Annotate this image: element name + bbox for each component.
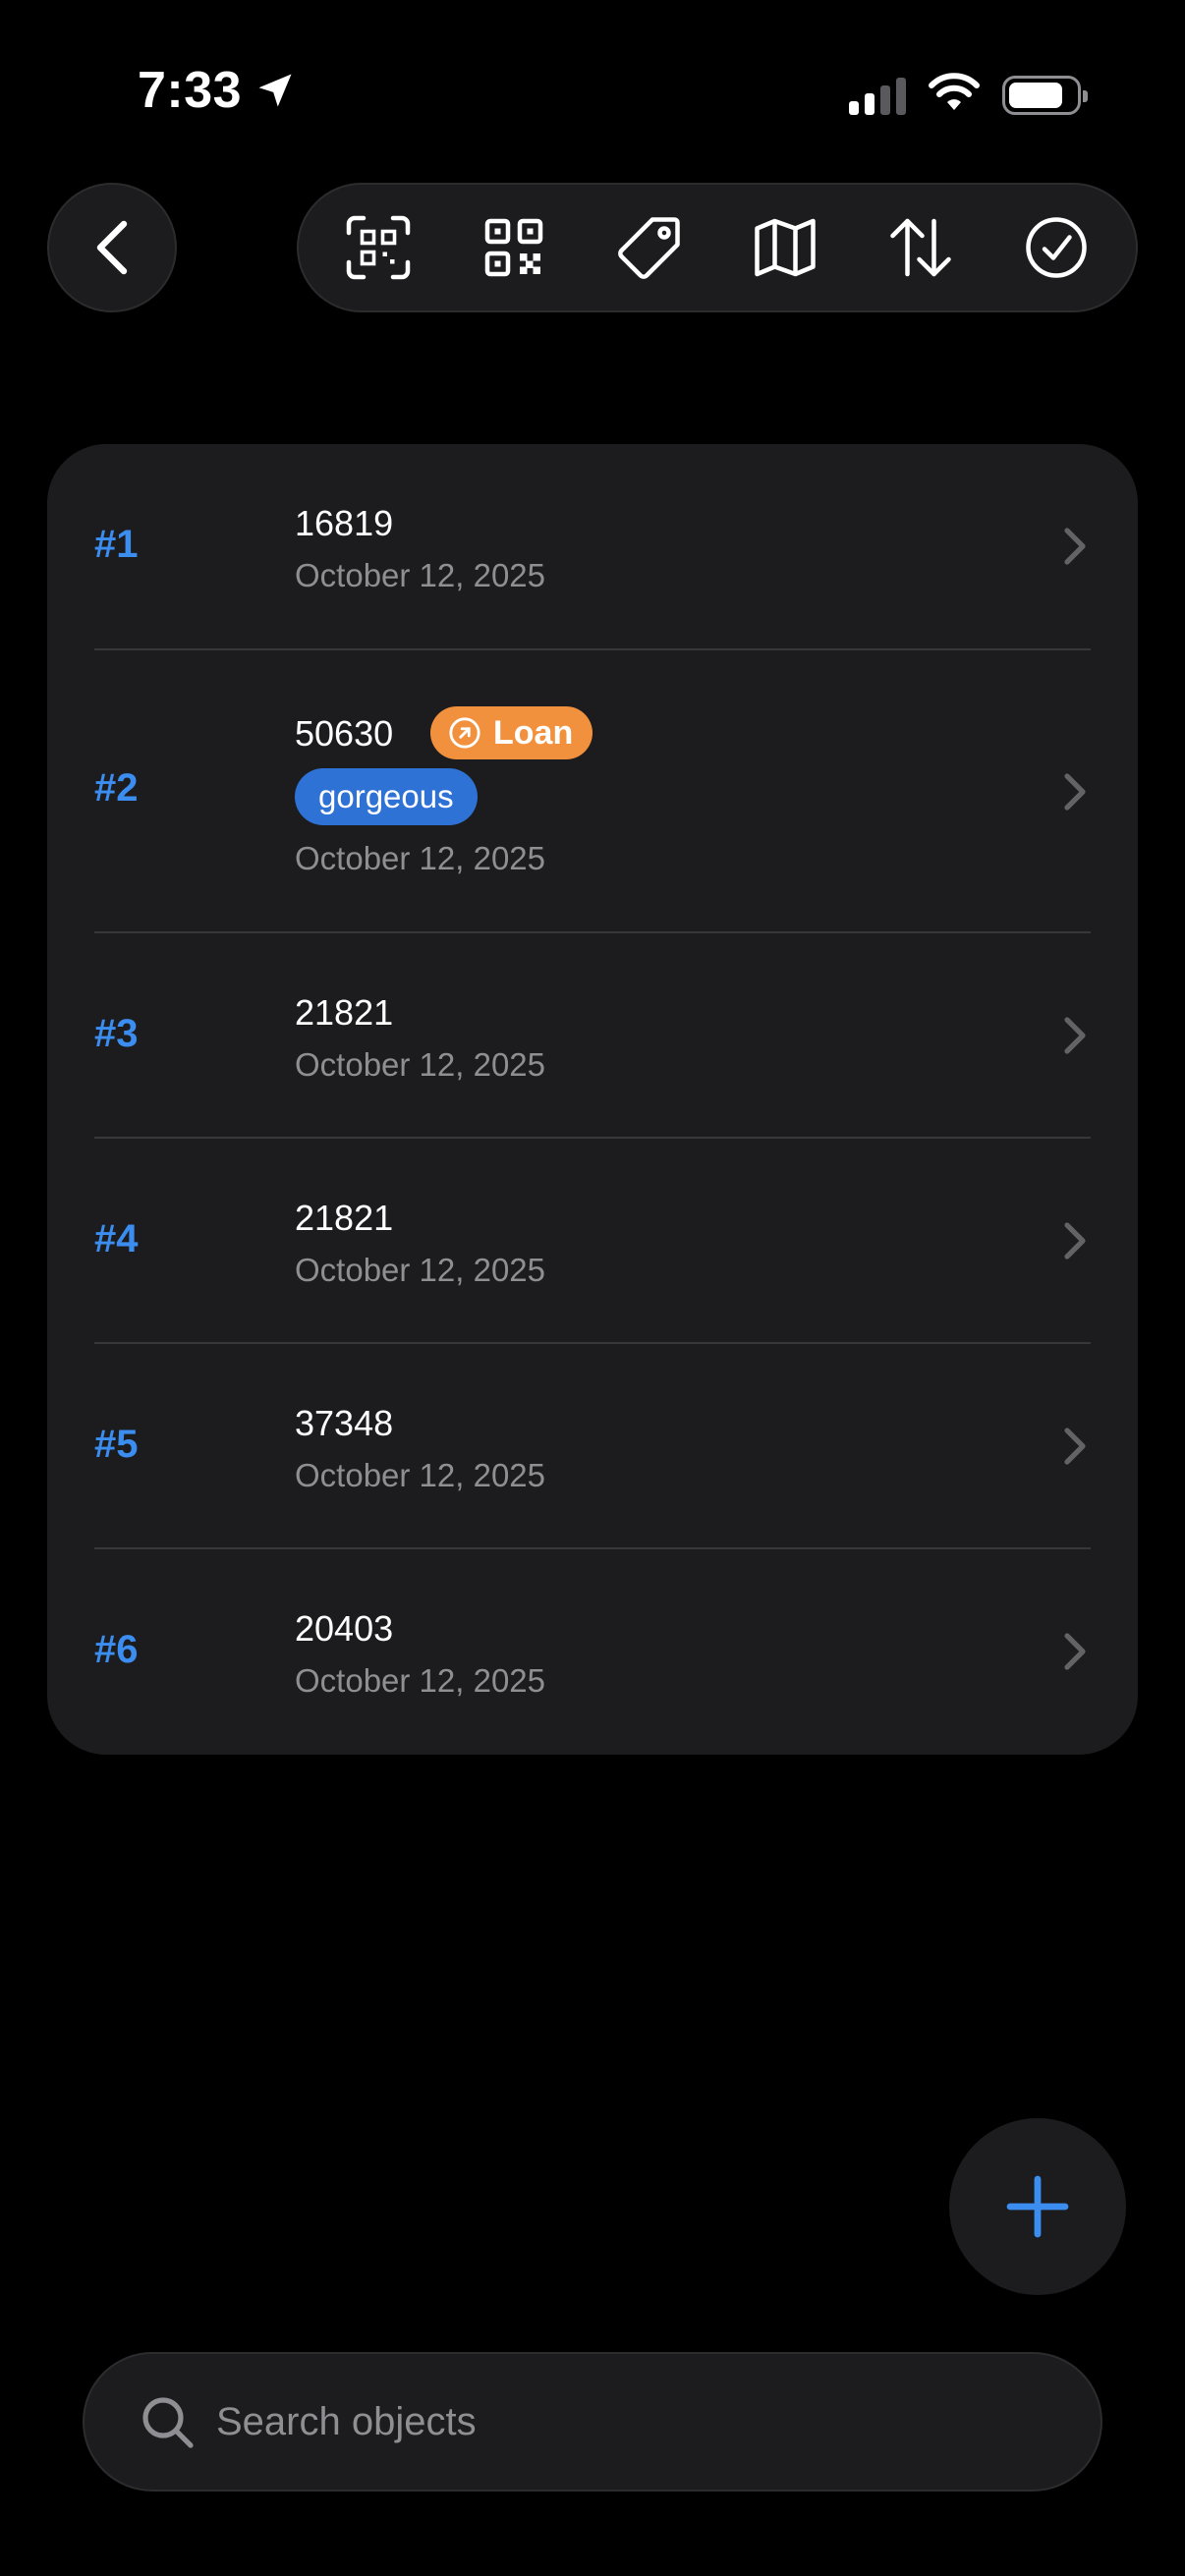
screen: 7:33 #1 16819 October 12, 2025 #2 50630 … (0, 0, 1185, 2576)
qr-code-button[interactable] (465, 198, 563, 297)
wifi-icon (928, 73, 981, 117)
row-title: 21821 (295, 992, 394, 1033)
row-title: 50630 (295, 713, 394, 754)
back-button[interactable] (47, 183, 177, 312)
row-index: #5 (94, 1423, 139, 1466)
chevron-right-icon (1064, 1017, 1086, 1054)
chevron-right-icon (1064, 1428, 1086, 1465)
row-index: #6 (94, 1628, 139, 1671)
add-object-button[interactable] (949, 2118, 1126, 2295)
search-bar (83, 2352, 1102, 2492)
qr-scan-icon (346, 215, 411, 280)
list-item[interactable]: #3 21821 October 12, 2025 (47, 933, 1138, 1139)
loan-badge-label: Loan (493, 713, 574, 752)
list-item[interactable]: #5 37348 October 12, 2025 (47, 1344, 1138, 1549)
row-index: #4 (94, 1217, 139, 1260)
qr-code-icon (484, 218, 543, 277)
row-date: October 12, 2025 (295, 1046, 546, 1083)
sort-button[interactable] (872, 198, 970, 297)
location-arrow-icon (258, 74, 292, 107)
list-item[interactable]: #2 50630 Loan gorgeous October 12, 2025 (47, 650, 1138, 933)
battery-icon (1002, 75, 1088, 115)
sort-icon (890, 218, 951, 277)
plus-icon (1006, 2175, 1069, 2238)
row-title: 16819 (295, 503, 394, 543)
tag-chip-label: gorgeous (318, 778, 454, 814)
search-input[interactable] (216, 2399, 1002, 2444)
row-date: October 12, 2025 (295, 1252, 546, 1288)
tag-chip: gorgeous (295, 768, 478, 825)
row-title: 21821 (295, 1198, 394, 1238)
map-button[interactable] (736, 198, 834, 297)
checkmark-circle-icon (1026, 217, 1087, 278)
chevron-left-icon (96, 220, 128, 275)
status-time-text: 7:33 (138, 62, 243, 119)
chevron-right-icon (1064, 1222, 1086, 1260)
row-title: 20403 (295, 1608, 394, 1649)
status-time: 7:33 (138, 61, 297, 120)
row-index: #3 (94, 1012, 139, 1055)
status-indicators (849, 73, 1088, 117)
objects-list: #1 16819 October 12, 2025 #2 50630 Loan … (47, 444, 1138, 1755)
loan-badge: Loan (430, 706, 593, 759)
search-icon (142, 2397, 194, 2448)
row-date: October 12, 2025 (295, 840, 546, 876)
tag-icon (618, 217, 680, 279)
chevron-right-icon (1064, 1633, 1086, 1670)
select-button[interactable] (1007, 198, 1105, 297)
row-date: October 12, 2025 (295, 1457, 546, 1493)
row-title: 37348 (295, 1403, 394, 1443)
row-date: October 12, 2025 (295, 1662, 546, 1699)
list-item[interactable]: #1 16819 October 12, 2025 (47, 444, 1138, 650)
status-bar: 7:33 (0, 0, 1185, 187)
chevron-right-icon (1064, 773, 1086, 811)
arrow-up-right-circle-icon (449, 717, 480, 749)
top-toolbar (297, 183, 1138, 312)
chevron-right-icon (1064, 528, 1086, 565)
list-item[interactable]: #6 20403 October 12, 2025 (47, 1549, 1138, 1755)
tags-button[interactable] (600, 198, 699, 297)
row-index: #1 (94, 523, 139, 566)
list-item[interactable]: #4 21821 October 12, 2025 (47, 1139, 1138, 1344)
cellular-signal-icon (849, 76, 906, 115)
scan-qr-button[interactable] (329, 198, 427, 297)
row-index: #2 (94, 766, 139, 810)
row-date: October 12, 2025 (295, 557, 546, 593)
map-icon (755, 218, 816, 277)
